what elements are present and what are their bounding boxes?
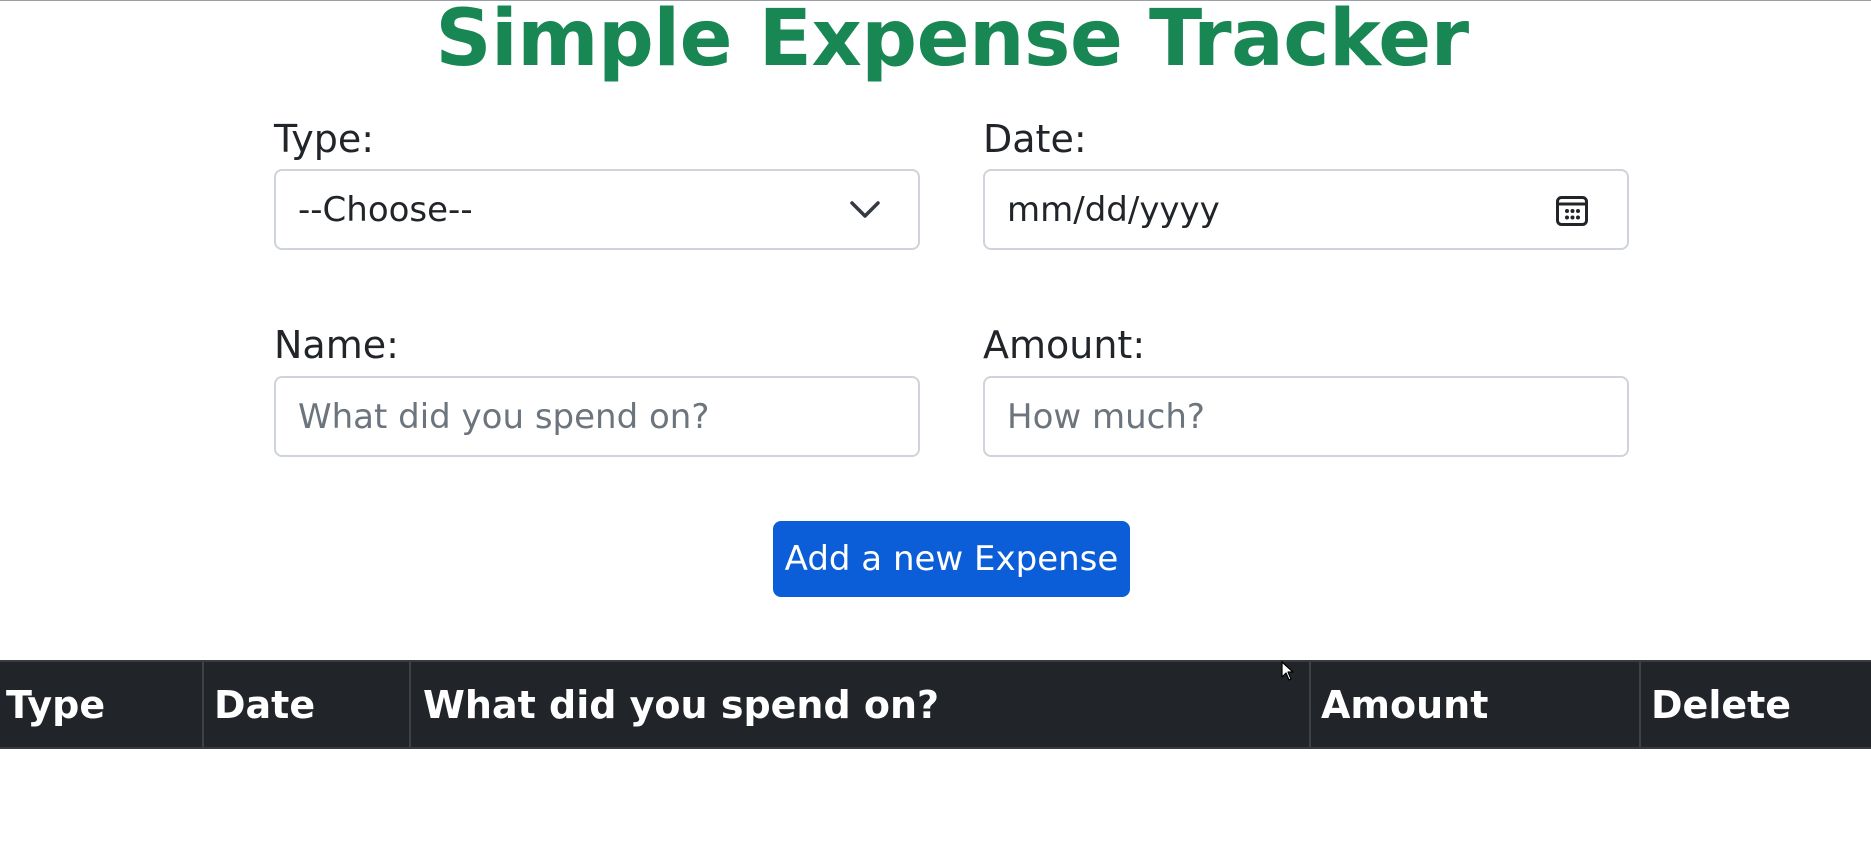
table-header-description: What did you spend on? [411, 662, 1311, 747]
type-select-value: --Choose-- [298, 189, 473, 230]
table-header-type: Type [0, 662, 204, 747]
add-expense-button[interactable]: Add a new Expense [773, 521, 1130, 597]
table-header-date: Date [204, 662, 411, 747]
page-title: Simple Expense Tracker [435, 0, 1469, 84]
type-select[interactable]: --Choose-- [274, 169, 920, 250]
expense-tracker-page: Simple Expense Tracker Type: --Choose-- … [0, 0, 1871, 847]
table-header-delete: Delete [1651, 682, 1792, 727]
mouse-cursor-icon [1281, 661, 1295, 685]
name-label: Name: [274, 323, 399, 367]
chevron-down-icon [850, 200, 880, 219]
date-label: Date: [983, 117, 1087, 161]
date-input[interactable]: mm/dd/yyyy [983, 169, 1629, 250]
date-input-placeholder: mm/dd/yyyy [1007, 189, 1220, 230]
amount-input[interactable]: How much? [983, 376, 1629, 457]
amount-input-placeholder: How much? [1007, 396, 1205, 437]
type-label: Type: [274, 117, 375, 161]
amount-label: Amount: [983, 323, 1146, 367]
name-input[interactable]: What did you spend on? [274, 376, 920, 457]
calendar-icon[interactable] [1555, 193, 1589, 227]
table-header-amount: Amount [1311, 662, 1641, 747]
name-input-placeholder: What did you spend on? [298, 396, 710, 437]
expense-table-header: Type Date What did you spend on? Amount … [0, 660, 1871, 749]
